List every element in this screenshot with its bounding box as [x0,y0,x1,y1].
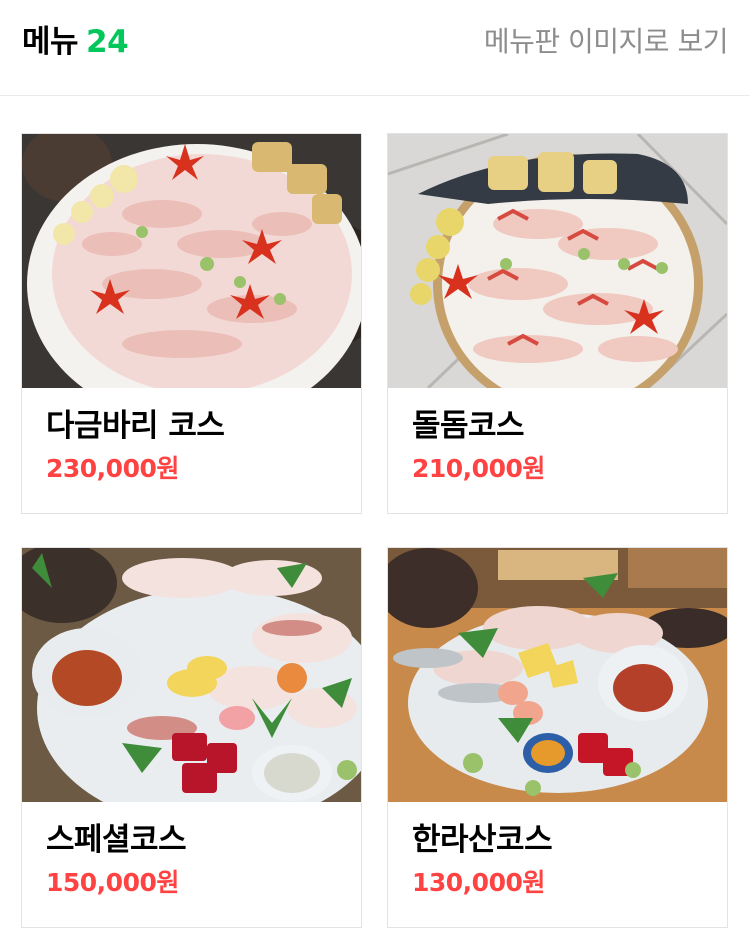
menu-card[interactable]: 스페셜코스 150,000원 [21,547,362,928]
menu-item-name: 다금바리 코스 [46,408,225,444]
menu-item-price: 130,000원 [412,868,545,897]
menu-card[interactable]: 한라산코스 130,000원 [387,547,728,928]
menu-photo-sashimi-platter [22,134,361,388]
menu-card[interactable]: 돌돔코스 210,000원 [387,133,728,514]
menu-item-name: 한라산코스 [412,822,553,858]
menu-item-price: 230,000원 [46,454,179,483]
menu-title: 메뉴 24 [22,22,129,62]
menu-item-price: 210,000원 [412,454,545,483]
menu-photo-sashimi-platter [388,134,727,388]
menu-item-name: 돌돔코스 [412,408,525,444]
menu-item-name: 스페셜코스 [46,822,187,858]
menu-photo-assorted-sashimi [22,548,361,802]
menu-count: 24 [86,24,129,60]
menu-item-price: 150,000원 [46,868,179,897]
view-menu-board-image-link[interactable]: 메뉴판 이미지로 보기 [484,22,729,62]
menu-header: 메뉴 24 메뉴판 이미지로 보기 [0,0,750,96]
menu-title-label: 메뉴 [22,24,79,60]
menu-card[interactable]: 다금바리 코스 230,000원 [21,133,362,514]
menu-photo-assorted-sashimi [388,548,727,802]
